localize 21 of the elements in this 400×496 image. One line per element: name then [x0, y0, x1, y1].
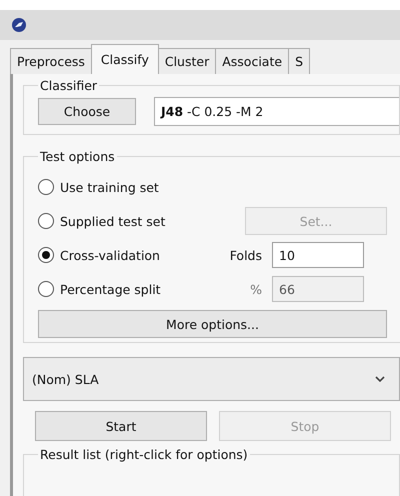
radio-button[interactable]	[38, 247, 54, 263]
group-legend: Test options	[38, 149, 117, 164]
input-field[interactable]: 10	[272, 242, 364, 268]
more-options-button[interactable]: More options...	[38, 310, 387, 338]
field-label: %	[249, 282, 262, 296]
chevron-down-icon	[375, 376, 385, 382]
tab[interactable]: Associate	[215, 48, 290, 74]
option-label[interactable]: Use training set	[60, 180, 202, 194]
field-label: Folds	[228, 248, 262, 262]
action-button[interactable]: Start	[35, 411, 207, 441]
choose-button[interactable]: Choose	[38, 98, 136, 125]
group-legend: Result list (right-click for options)	[38, 447, 250, 462]
tab[interactable]: Classify	[90, 44, 159, 74]
class-dropdown[interactable]: (Nom) SLA	[23, 357, 400, 401]
tab[interactable]: Preprocess	[10, 48, 92, 74]
tab[interactable]: Cluster	[158, 48, 216, 74]
classifier-field[interactable]: J48 -C 0.25 -M 2	[154, 97, 399, 126]
radio-button[interactable]	[38, 179, 54, 195]
tab[interactable]: S	[288, 48, 310, 74]
group-legend: Classifier	[38, 78, 100, 93]
option-label[interactable]: Cross-validation	[60, 248, 202, 262]
